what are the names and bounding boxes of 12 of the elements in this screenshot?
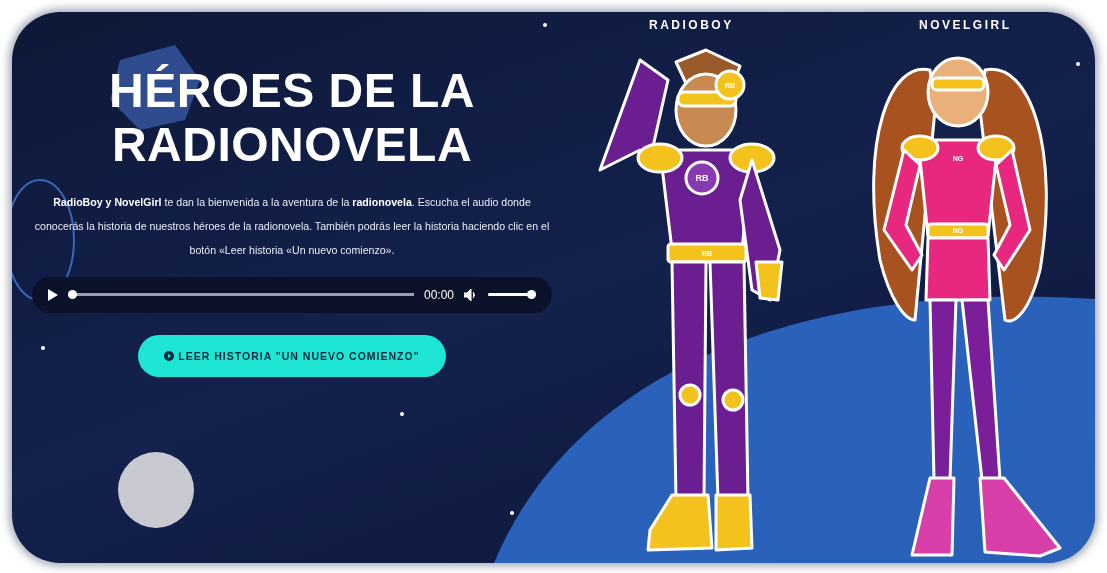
page-title: HÉROES DE LA RADIONOVELA [107, 64, 476, 172]
play-circle-icon [164, 350, 175, 361]
intro-paragraph: RadioBoy y NovelGirl te dan la bienvenida a la aventura de la radionovela. Escucha el audio donde conocerás la historia de nuestros héroes de la radionovela. También podrás leer la historia haciendo clic en el botón «Leer historia «Un nuevo comienzo». [34, 194, 550, 259]
emblem-text: RB [695, 173, 709, 183]
play-icon[interactable] [48, 288, 58, 301]
character-name: RADIOBOY [649, 18, 734, 32]
progress-thumb[interactable] [68, 290, 77, 300]
character-name: NOVELGIRL [919, 18, 1012, 32]
time-display: 00:00 [423, 287, 454, 302]
volume-thumb[interactable] [527, 290, 536, 300]
volume-icon[interactable] [464, 288, 478, 301]
read-story-button[interactable]: LEER HISTORIA "UN NUEVO COMIENZO" [138, 334, 446, 377]
